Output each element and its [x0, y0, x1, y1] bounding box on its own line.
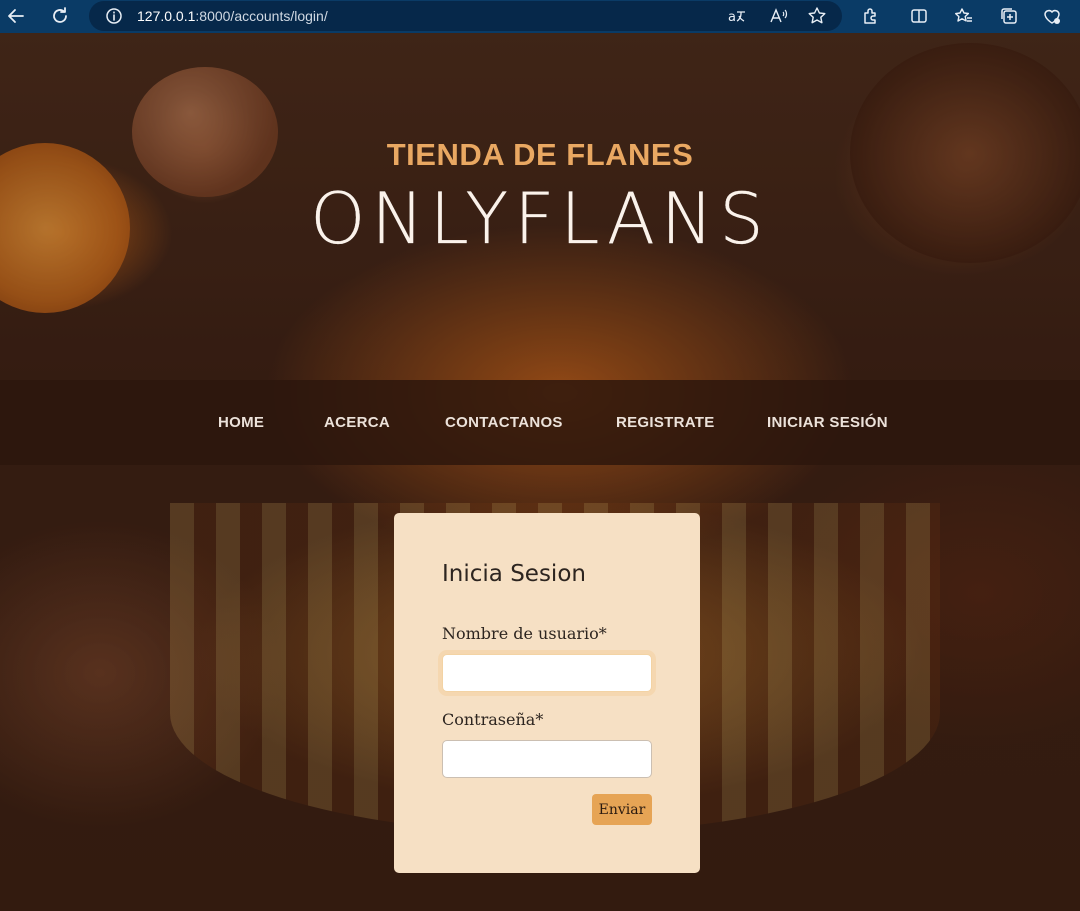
favorite-star-icon[interactable] [807, 6, 827, 31]
translate-icon[interactable]: a [727, 6, 747, 30]
nav-registrate[interactable]: REGISTRATE [616, 414, 715, 431]
login-title: Inicia Sesion [442, 561, 586, 587]
browser-essentials-icon[interactable] [1040, 4, 1064, 28]
submit-button[interactable]: Enviar [592, 794, 652, 825]
nav-iniciar-sesion[interactable]: INICIAR SESIÓN [767, 414, 888, 431]
read-aloud-icon[interactable] [769, 6, 789, 31]
extensions-icon[interactable] [859, 4, 883, 28]
site-info-icon[interactable] [105, 7, 123, 30]
url-path: :8000/accounts/login/ [195, 8, 328, 24]
address-bar[interactable]: 127.0.0.1:8000/accounts/login/ a [89, 1, 842, 31]
username-label: Nombre de usuario* [442, 624, 607, 643]
collections-icon[interactable] [997, 4, 1021, 28]
browser-toolbar: 127.0.0.1:8000/accounts/login/ a [0, 0, 1080, 33]
password-input[interactable] [442, 740, 652, 778]
favorites-icon[interactable] [952, 4, 976, 28]
site-subtitle: TIENDA DE FLANES [386, 137, 694, 172]
svg-text:a: a [728, 10, 736, 25]
username-input[interactable] [442, 654, 652, 692]
back-arrow-icon[interactable] [4, 4, 28, 28]
url-host: 127.0.0.1 [137, 8, 196, 24]
nav-contactanos[interactable]: CONTACTANOS [445, 414, 563, 431]
nav-home[interactable]: HOME [218, 414, 264, 431]
reload-icon[interactable] [48, 4, 72, 28]
password-label: Contraseña* [442, 710, 544, 729]
nav-acerca[interactable]: ACERCA [324, 414, 390, 431]
split-screen-icon[interactable] [907, 4, 931, 28]
url-text[interactable]: 127.0.0.1:8000/accounts/login/ [137, 8, 328, 24]
login-card: Inicia Sesion Nombre de usuario* Contras… [394, 513, 700, 873]
site-title: ONLYFLANS [310, 178, 770, 260]
